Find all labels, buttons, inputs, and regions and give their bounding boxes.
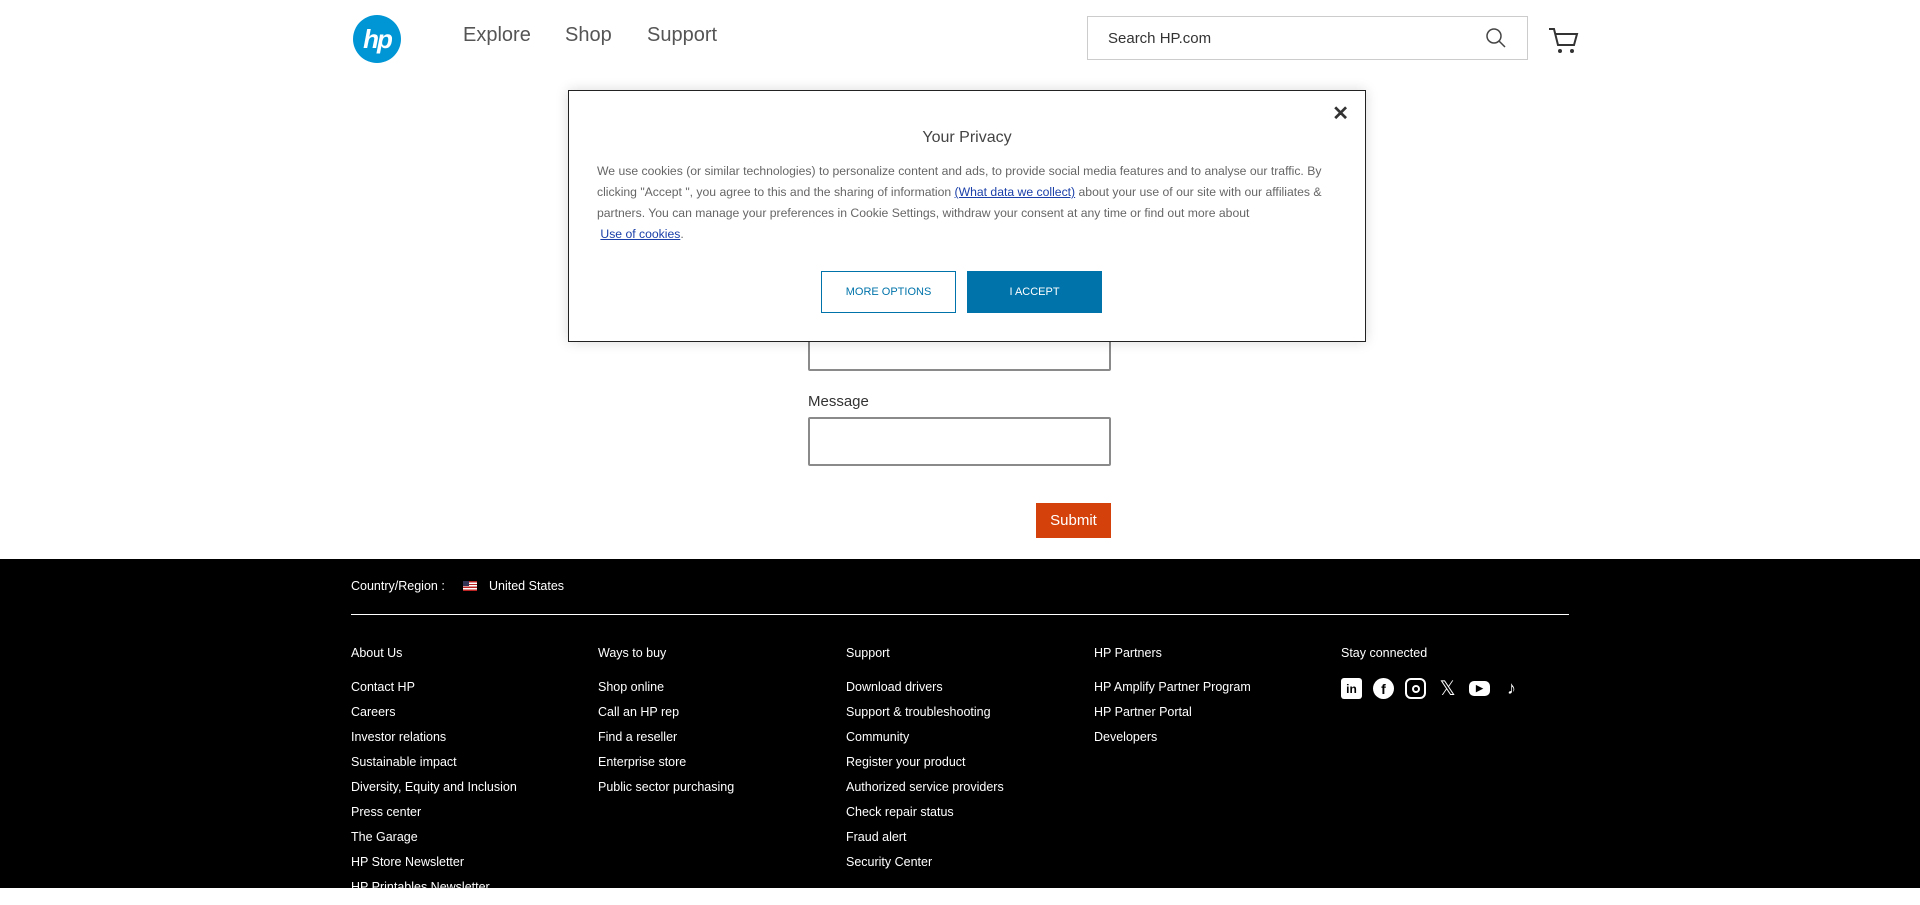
footer-link[interactable]: Public sector purchasing bbox=[598, 780, 734, 805]
footer-link[interactable]: Find a reseller bbox=[598, 730, 734, 755]
country-label: Country/Region : bbox=[351, 579, 445, 593]
message-textarea[interactable] bbox=[808, 417, 1111, 466]
tiktok-icon[interactable]: ♪ bbox=[1501, 678, 1522, 699]
footer-link[interactable]: Authorized service providers bbox=[846, 780, 1004, 805]
footer-link[interactable]: Diversity, Equity and Inclusion bbox=[351, 780, 517, 805]
footer-link[interactable]: Developers bbox=[1094, 730, 1251, 755]
footer: Country/Region : United States About Us … bbox=[0, 559, 1920, 894]
privacy-dialog: Your Privacy ✕ We use cookies (or simila… bbox=[568, 90, 1366, 342]
footer-link[interactable]: Contact HP bbox=[351, 680, 517, 705]
col-title: Support bbox=[846, 646, 890, 660]
footer-col-stay-connected: Stay connected in f 𝕏 ▶ ♪ bbox=[1341, 646, 1522, 700]
footer-link[interactable]: Sustainable impact bbox=[351, 755, 517, 780]
footer-link[interactable]: HP Amplify Partner Program bbox=[1094, 680, 1251, 705]
footer-link[interactable]: Enterprise store bbox=[598, 755, 734, 780]
footer-col-support: Support Download drivers Support & troub… bbox=[846, 646, 1004, 880]
text: . bbox=[680, 227, 684, 241]
footer-link[interactable]: HP Store Newsletter bbox=[351, 855, 517, 880]
submit-button[interactable]: Submit bbox=[1036, 503, 1111, 538]
close-icon[interactable]: ✕ bbox=[1332, 101, 1349, 126]
youtube-icon[interactable]: ▶ bbox=[1469, 681, 1490, 696]
us-flag-icon bbox=[463, 581, 477, 591]
cart-icon[interactable] bbox=[1548, 26, 1580, 56]
footer-link[interactable]: Investor relations bbox=[351, 730, 517, 755]
footer-link[interactable]: Security Center bbox=[846, 855, 1004, 880]
search-placeholder: Search HP.com bbox=[1108, 29, 1212, 47]
more-options-button[interactable]: MORE OPTIONS bbox=[821, 271, 956, 313]
col-title: Stay connected bbox=[1341, 646, 1428, 660]
search-icon[interactable] bbox=[1485, 27, 1507, 49]
footer-link[interactable]: Fraud alert bbox=[846, 830, 1004, 855]
privacy-text: We use cookies (or similar technologies)… bbox=[597, 161, 1342, 245]
footer-link[interactable]: Careers bbox=[351, 705, 517, 730]
x-icon[interactable]: 𝕏 bbox=[1437, 678, 1458, 700]
facebook-icon[interactable]: f bbox=[1373, 678, 1394, 699]
linkedin-icon[interactable]: in bbox=[1341, 678, 1362, 699]
footer-link[interactable]: HP Printables Newsletter bbox=[351, 880, 517, 905]
footer-link[interactable]: Register your product bbox=[846, 755, 1004, 780]
footer-link[interactable]: Press center bbox=[351, 805, 517, 830]
footer-link[interactable]: Check repair status bbox=[846, 805, 1004, 830]
footer-link[interactable]: Download drivers bbox=[846, 680, 1004, 705]
what-data-link[interactable]: (What data we collect) bbox=[955, 185, 1076, 199]
footer-link[interactable]: Shop online bbox=[598, 680, 734, 705]
nav-explore[interactable]: Explore bbox=[463, 24, 531, 47]
footer-link[interactable]: Support & troubleshooting bbox=[846, 705, 1004, 730]
footer-col-partners: HP Partners HP Amplify Partner Program H… bbox=[1094, 646, 1251, 755]
nav-shop[interactable]: Shop bbox=[565, 24, 612, 47]
footer-link[interactable]: Call an HP rep bbox=[598, 705, 734, 730]
footer-col-about: About Us Contact HP Careers Investor rel… bbox=[351, 646, 517, 905]
accept-button[interactable]: I ACCEPT bbox=[967, 271, 1102, 313]
instagram-icon[interactable] bbox=[1405, 678, 1426, 699]
footer-col-ways-to-buy: Ways to buy Shop online Call an HP rep F… bbox=[598, 646, 734, 805]
col-title: HP Partners bbox=[1094, 646, 1162, 660]
search-input[interactable]: Search HP.com bbox=[1087, 16, 1528, 60]
dialog-title: Your Privacy bbox=[922, 129, 1012, 146]
divider bbox=[351, 614, 1569, 615]
footer-link[interactable]: Community bbox=[846, 730, 1004, 755]
col-title: About Us bbox=[351, 646, 403, 660]
footer-link[interactable]: The Garage bbox=[351, 830, 517, 855]
use-of-cookies-link[interactable]: Use of cookies bbox=[600, 227, 680, 241]
country-selector[interactable]: United States bbox=[489, 579, 564, 593]
nav-support[interactable]: Support bbox=[647, 24, 717, 47]
col-title: Ways to buy bbox=[598, 646, 667, 660]
message-label: Message bbox=[808, 393, 869, 410]
footer-link[interactable]: HP Partner Portal bbox=[1094, 705, 1251, 730]
hp-logo[interactable]: hp bbox=[353, 15, 401, 63]
